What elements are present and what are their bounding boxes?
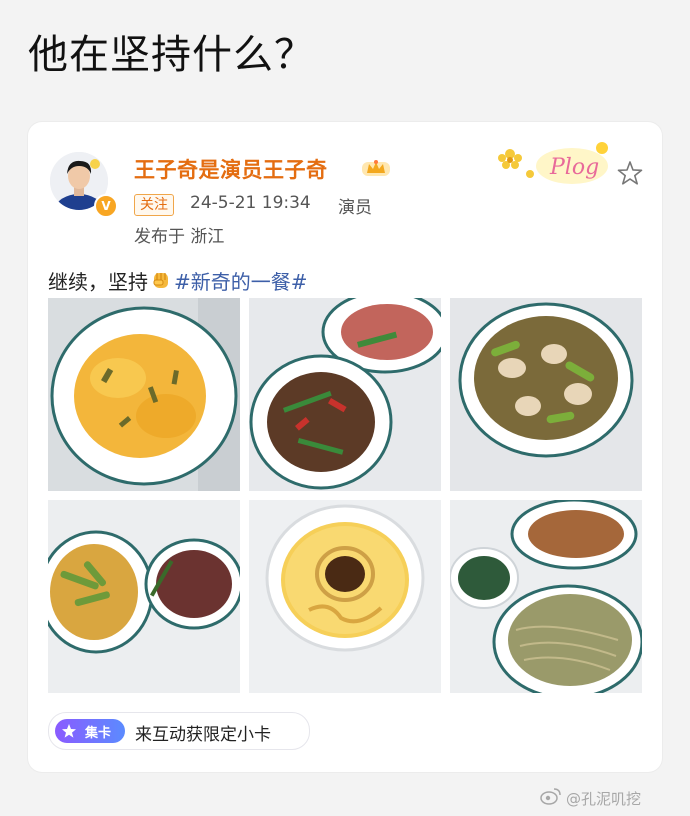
photo-noodles-and-greens[interactable]: [450, 500, 642, 693]
photo-cucumber-and-beef[interactable]: [48, 500, 240, 693]
hashtag-link[interactable]: #新奇的一餐#: [174, 270, 308, 294]
collect-card-chip[interactable]: 集卡 来互动获限定小卡: [48, 712, 310, 750]
photo-grid: [48, 298, 644, 698]
post-card: V 王子奇是演员王子奇 关注 24-5-21 19:34 演员 发布于 浙江 P…: [28, 122, 662, 772]
post-source: 演员: [338, 198, 372, 218]
weibo-icon: [540, 788, 561, 805]
plog-decoration: Plog: [498, 142, 608, 184]
post-text-prefix: 继续，坚持: [48, 270, 148, 294]
photo-beef-and-bacon[interactable]: [249, 298, 441, 491]
verified-badge-icon: V: [94, 194, 118, 218]
photo-scrambled-eggs[interactable]: [48, 298, 240, 491]
watermark: @孔泥叽挖: [566, 790, 642, 808]
follow-button[interactable]: 关注: [134, 194, 174, 216]
photo-egg-custard[interactable]: [249, 500, 441, 693]
collect-card-text: 来互动获限定小卡: [135, 725, 271, 745]
post-time: 24-5-21 19:34: [190, 193, 311, 213]
post-text: 继续，坚持 #新奇的一餐#: [48, 266, 308, 295]
post-location: 发布于 浙江: [134, 227, 225, 247]
star-badge-icon: [62, 724, 76, 738]
collect-card-badge-label: 集卡: [85, 726, 112, 741]
star-icon[interactable]: [617, 160, 643, 186]
page-title: 他在坚持什么？: [28, 32, 315, 78]
photo-mushroom-stir-fry[interactable]: [450, 298, 642, 491]
crown-icon: [362, 160, 390, 176]
author-name[interactable]: 王子奇是演员王子奇: [134, 154, 328, 184]
collect-card-badge: 集卡: [55, 719, 125, 743]
plog-decoration-text: Plog: [549, 155, 599, 180]
raised-fist-emoji-icon: [153, 273, 168, 288]
